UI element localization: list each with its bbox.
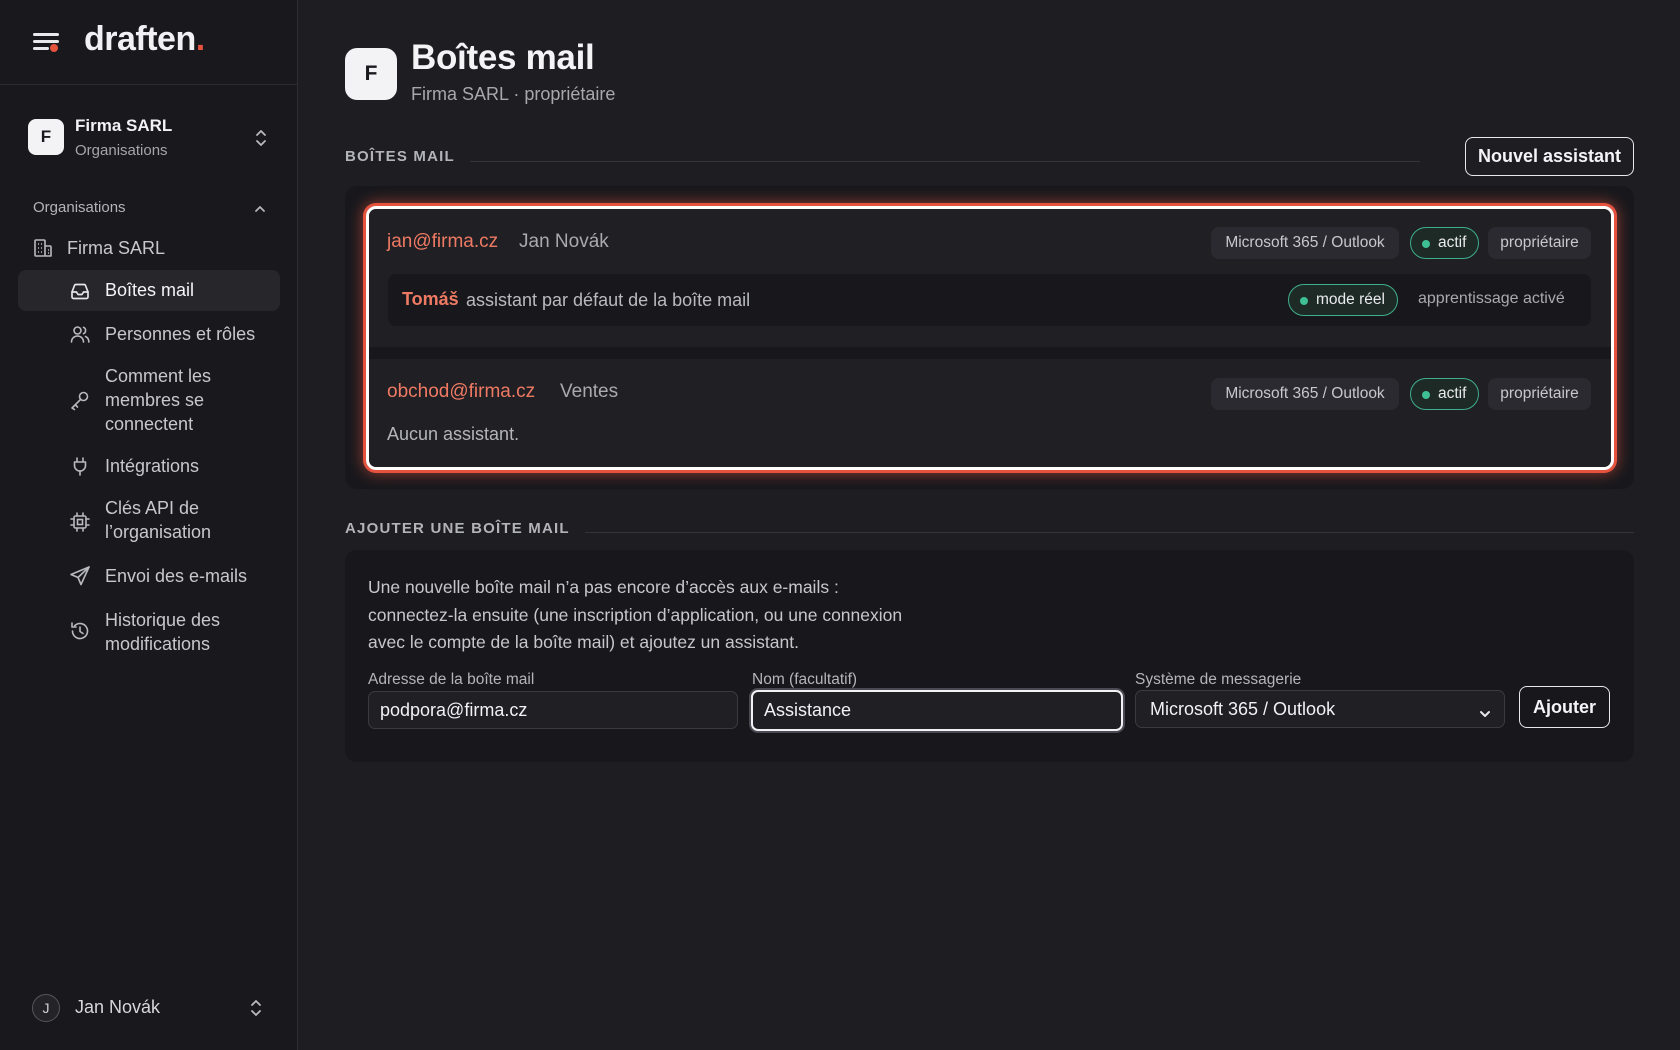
add-mailbox-description: Une nouvelle boîte mail n’a pas encore d… — [368, 577, 903, 652]
chip-icon — [69, 511, 91, 533]
page-title: Boîtes mail — [411, 38, 595, 77]
org-subtitle: Organisations — [75, 142, 168, 159]
user-name: Jan Novák — [75, 997, 161, 1017]
sidebar-item-label: Boîtes mail — [105, 280, 195, 300]
history-icon — [69, 620, 91, 642]
new-assistant-button[interactable]: Nouvel assistant — [1465, 137, 1634, 176]
inbox-icon — [69, 280, 91, 302]
sidebar-item-integrations[interactable]: Intégrations — [18, 450, 280, 482]
add-mailbox-section-label: AJOUTER UNE BOÎTE MAIL — [345, 520, 570, 537]
organisations-section-toggle[interactable]: Organisations — [33, 199, 268, 223]
sidebar-item-firma-sarl[interactable]: Firma SARL — [18, 232, 280, 264]
chevron-updown-icon — [249, 998, 263, 1018]
assistant-row: Tomáš assistant par défaut de la boîte m… — [388, 274, 1591, 326]
brand-logo[interactable]: draften. — [84, 20, 205, 59]
menu-icon[interactable] — [33, 30, 61, 54]
org-avatar: F — [28, 119, 64, 155]
sidebar-item-email-sending[interactable]: Envoi des e-mails — [18, 560, 280, 592]
status-badge: actif — [1410, 378, 1479, 410]
sidebar-item-history[interactable]: Historique des modifications — [18, 606, 280, 660]
sidebar-item-label: Historique des modifications — [105, 610, 221, 654]
sidebar-item-label: Comment les membres se connectent — [105, 366, 212, 434]
sidebar-item-people[interactable]: Personnes et rôles — [18, 320, 280, 352]
name-label: Nom (facultatif) — [752, 671, 858, 688]
assistant-description: assistant par défaut de la boîte mail — [466, 290, 751, 310]
chevron-down-icon — [1478, 704, 1492, 717]
role-tag: propriétaire — [1488, 378, 1591, 410]
users-icon — [69, 323, 91, 345]
sidebar-item-login[interactable]: Comment les membres se connectent — [18, 362, 280, 436]
sidebar-item-api-keys[interactable]: Clés API de l’organisation — [18, 494, 280, 548]
brand-bar: draften. — [0, 0, 297, 85]
building-icon — [32, 237, 54, 259]
role-tag: propriétaire — [1488, 227, 1591, 259]
org-name: Firma SARL — [75, 116, 173, 135]
sidebar-item-label: Envoi des e-mails — [105, 566, 248, 586]
mailbox-card — [369, 359, 1611, 467]
no-assistant-text: Aucun assistant. — [387, 424, 520, 444]
mailbox-address-input[interactable] — [368, 691, 738, 729]
address-label: Adresse de la boîte mail — [368, 671, 535, 688]
mailbox-name-input[interactable] — [751, 690, 1123, 731]
page-avatar: F — [345, 48, 397, 100]
sidebar-item-label: Intégrations — [105, 456, 200, 476]
provider-tag: Microsoft 365 / Outlook — [1211, 378, 1399, 410]
mailbox-email[interactable]: obchod@firma.cz — [387, 381, 535, 403]
user-menu[interactable]: J Jan Novák — [18, 990, 280, 1026]
org-switcher[interactable]: F Firma SARL Organisations — [18, 104, 280, 172]
mailbox-name: Ventes — [560, 381, 619, 402]
send-icon — [69, 565, 91, 587]
mail-system-selected: Microsoft 365 / Outlook — [1150, 698, 1336, 719]
page-subtitle: Firma SARL · propriétaire — [411, 84, 616, 104]
provider-tag: Microsoft 365 / Outlook — [1211, 227, 1399, 259]
learning-status: apprentissage activé — [1418, 290, 1565, 307]
organisations-section-label: Organisations — [33, 199, 126, 216]
user-avatar: J — [32, 994, 60, 1022]
sidebar: draften. F Firma SARL Organisations Orga… — [0, 0, 298, 1050]
add-mailbox-button[interactable]: Ajouter — [1519, 686, 1610, 728]
mailboxes-section-label: BOÎTES MAIL — [345, 148, 455, 165]
key-icon — [69, 389, 91, 411]
status-badge: actif — [1410, 227, 1479, 259]
sidebar-item-label: Clés API de l’organisation — [105, 498, 212, 542]
mailbox-email[interactable]: jan@firma.cz — [387, 231, 498, 253]
section-divider — [470, 161, 1420, 162]
sidebar-item-label: Personnes et rôles — [105, 324, 256, 344]
sidebar-item-label: Firma SARL — [67, 238, 166, 258]
assistant-name[interactable]: Tomáš — [402, 289, 459, 310]
chevron-up-icon — [252, 201, 268, 217]
section-divider — [585, 532, 1634, 533]
mode-badge: mode réel — [1288, 284, 1398, 316]
plug-icon — [69, 455, 91, 477]
sidebar-item-mailboxes[interactable]: Boîtes mail — [18, 270, 280, 311]
mailbox-name: Jan Novák — [519, 231, 609, 252]
chevron-updown-icon — [254, 128, 268, 148]
mail-system-select[interactable]: Microsoft 365 / Outlook — [1135, 690, 1505, 728]
system-label: Système de messagerie — [1135, 671, 1302, 688]
